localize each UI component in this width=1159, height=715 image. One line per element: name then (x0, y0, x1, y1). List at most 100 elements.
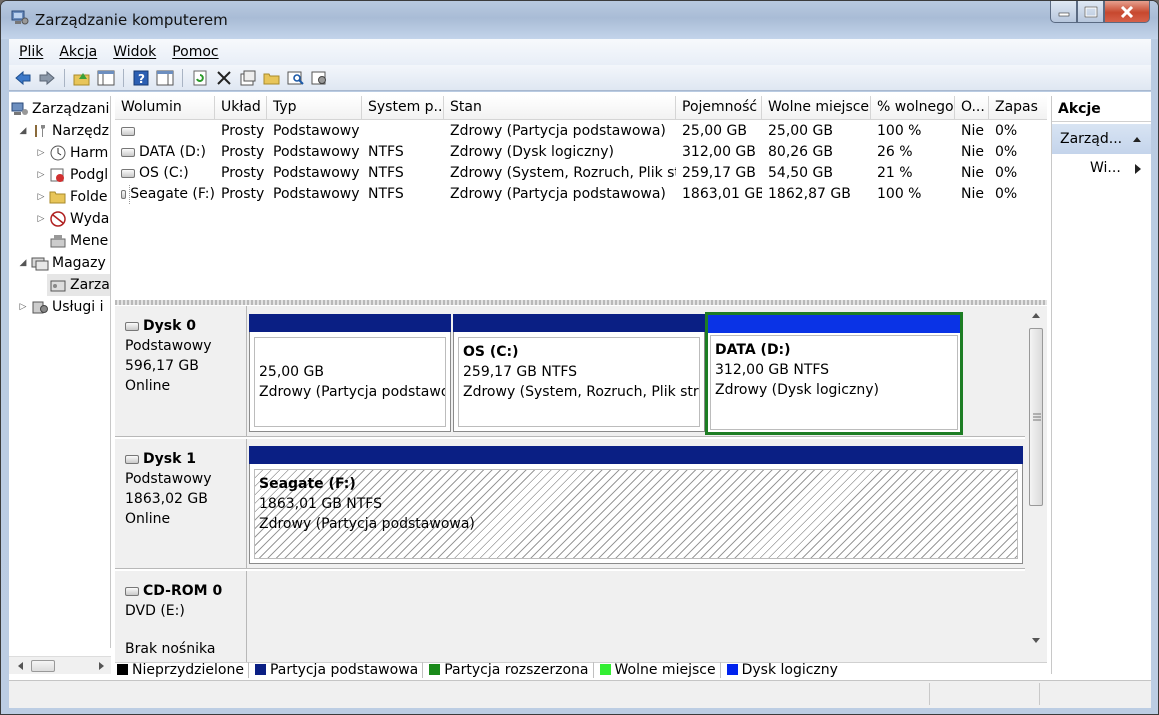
cell-fault-tolerance: Nie (961, 144, 984, 160)
cell-filesystem: NTFS (368, 165, 404, 181)
tree-horizontal-scrollbar[interactable] (9, 656, 111, 674)
collapse-arrow-icon[interactable]: ◢ (17, 126, 29, 136)
tree-item-podglad-zdarzen[interactable]: ▷ Podgl (35, 164, 109, 186)
menu-pomoc[interactable]: Pomoc (172, 44, 218, 60)
tree-item-magazyn[interactable]: ◢ Magazy (17, 252, 106, 274)
delete-button[interactable] (214, 68, 234, 88)
table-row[interactable]: DATA (D:) Prosty Podstawowy NTFS Zdrowy … (115, 142, 1047, 163)
cell-layout: Prosty (221, 123, 265, 139)
refresh-button[interactable] (190, 68, 210, 88)
tree-item-harmonogram[interactable]: ▷ Harm (35, 142, 109, 164)
tree-item-menedzer-urzadzen[interactable]: Mene (47, 230, 108, 252)
legend-swatch (117, 664, 128, 675)
scroll-thumb[interactable] (31, 660, 55, 672)
legend-swatch (726, 664, 738, 675)
tree-item-uslugi-i-aplikacje[interactable]: ▷ Usługi i (17, 296, 104, 318)
up-folder-button[interactable] (72, 68, 92, 88)
status-bar-divider (929, 683, 930, 705)
column-header-typ[interactable]: Typ (267, 96, 362, 120)
forward-button[interactable] (37, 68, 57, 88)
expand-arrow-icon[interactable]: ▷ (35, 148, 47, 158)
partition-body: Seagate (F:) 1863,01 GB NTFS Zdrowy (Par… (254, 469, 1018, 559)
show-hide-action-pane-button[interactable] (155, 68, 175, 88)
partition-data-d[interactable]: DATA (D:) 312,00 GB NTFS Zdrowy (Dysk lo… (705, 312, 963, 435)
disk-view-vertical-scrollbar[interactable] (1027, 306, 1045, 662)
legend-item-free-space: Wolne miejsce (598, 661, 721, 678)
close-button[interactable] (1104, 1, 1150, 23)
partition-legend: Nieprzydzielone Partycja podstawowa Part… (115, 661, 1047, 678)
collapse-up-icon[interactable] (1131, 134, 1143, 144)
disk-1-label[interactable]: Dysk 1 Podstawowy 1863,02 GB Online (115, 439, 247, 568)
back-button[interactable] (13, 68, 33, 88)
expand-arrow-icon[interactable]: ▷ (17, 302, 29, 312)
toolbar: ? (9, 65, 1151, 91)
scroll-right-icon[interactable] (95, 660, 107, 672)
action-label: Wi... (1090, 160, 1121, 176)
main-content: Zarządzanie ◢ Narzędzia ▷ Harm ▷ Podgl ▷… (9, 92, 1151, 680)
cell-fault-tolerance: Nie (961, 186, 984, 202)
disk-0-size: 596,17 GB (125, 358, 199, 374)
up-folder-icon (73, 72, 90, 85)
expand-arrow-icon[interactable]: ▷ (35, 170, 47, 180)
column-header-uklad[interactable]: Układ (215, 96, 267, 120)
menu-widok[interactable]: Widok (113, 44, 156, 60)
table-row[interactable]: OS (C:) Prosty Podstawowy NTFS Zdrowy (S… (115, 163, 1047, 184)
partition-os-c[interactable]: OS (C:) 259,17 GB NTFS Zdrowy (System, R… (453, 314, 705, 432)
tree-item-label: Folde (70, 189, 108, 205)
scroll-down-icon[interactable] (1027, 634, 1045, 646)
column-header-procent-wolnego[interactable]: % wolnego (871, 96, 955, 120)
tree-item-foldery-udostepnione[interactable]: ▷ Folde (35, 186, 108, 208)
partition-status: Zdrowy (System, Rozruch, Plik stroni (463, 384, 700, 400)
actions-section-zarzadzanie-dyskami[interactable]: Zarząd... (1052, 124, 1151, 154)
action-more-actions[interactable]: Wi... (1052, 154, 1151, 182)
show-hide-tree-button[interactable] (96, 68, 116, 88)
search-button[interactable] (286, 68, 306, 88)
menu-akcja[interactable]: Akcja (59, 44, 97, 60)
column-header-pojemnosc[interactable]: Pojemność (676, 96, 762, 120)
tree-item-wydajnosc[interactable]: ▷ Wyda (35, 208, 110, 230)
title-bar[interactable]: Zarządzanie komputerem (1, 1, 1158, 39)
partition-unnamed[interactable]: 25,00 GB Zdrowy (Partycja podstawow (249, 314, 451, 432)
cell-status: Zdrowy (Partycja podstawowa) (450, 186, 666, 202)
pane-splitter[interactable] (115, 300, 1047, 305)
column-header-wolumin[interactable]: Wolumin (115, 96, 215, 120)
disk-0-label[interactable]: Dysk 0 Podstawowy 596,17 GB Online (115, 306, 247, 436)
tree-item-narzedzia[interactable]: ◢ Narzędzia (17, 120, 110, 142)
volume-disk-icon (121, 148, 135, 157)
expand-arrow-icon[interactable]: ▷ (35, 192, 47, 202)
tree-item-zarzadzanie[interactable]: Zarządzanie (9, 98, 110, 120)
disk-icon (125, 321, 139, 331)
cell-status: Zdrowy (Partycja podstawowa) (450, 123, 666, 139)
collapse-arrow-icon[interactable]: ◢ (17, 258, 29, 268)
column-header-wolne-miejsce[interactable]: Wolne miejsce (762, 96, 871, 120)
clock-icon (49, 145, 67, 161)
column-header-odpornosc[interactable]: O... (955, 96, 989, 120)
expand-arrow-icon[interactable]: ▷ (35, 214, 47, 224)
cdrom-type: DVD (E:) (125, 603, 185, 619)
tree-item-zarzadzanie-dyskami[interactable]: Zarza (47, 274, 110, 296)
partition-name: DATA (D:) (715, 342, 791, 358)
cdrom-0-label[interactable]: CD-ROM 0 DVD (E:) Brak nośnika (115, 571, 247, 662)
minimize-button[interactable] (1050, 1, 1077, 23)
cell-overhead: 0% (995, 144, 1018, 160)
cell-filesystem (362, 121, 444, 142)
help-button[interactable]: ? (131, 68, 151, 88)
partition-size: 259,17 GB NTFS (463, 364, 578, 380)
menu-plik[interactable]: Plik (19, 44, 43, 60)
settings-button[interactable] (310, 68, 330, 88)
maximize-button[interactable] (1077, 1, 1104, 23)
scroll-left-icon[interactable] (15, 660, 27, 672)
cell-status: Zdrowy (Dysk logiczny) (450, 144, 614, 160)
column-header-stan[interactable]: Stan (444, 96, 676, 120)
cell-free-space: 25,00 GB (768, 123, 833, 139)
cell-percent-free: 100 % (877, 123, 922, 139)
partition-seagate-f[interactable]: Seagate (F:) 1863,01 GB NTFS Zdrowy (Par… (249, 446, 1023, 564)
scroll-up-icon[interactable] (1027, 310, 1045, 322)
table-row[interactable]: Seagate (F:) Prosty Podstawowy NTFS Zdro… (115, 184, 1047, 205)
open-button[interactable] (262, 68, 282, 88)
properties-button[interactable] (238, 68, 258, 88)
table-row[interactable]: Prosty Podstawowy Zdrowy (Partycja podst… (115, 121, 1047, 142)
scroll-thumb[interactable] (1029, 328, 1043, 506)
column-header-system-plikow[interactable]: System p... (362, 96, 444, 120)
column-header-zapas[interactable]: Zapas (989, 96, 1047, 120)
